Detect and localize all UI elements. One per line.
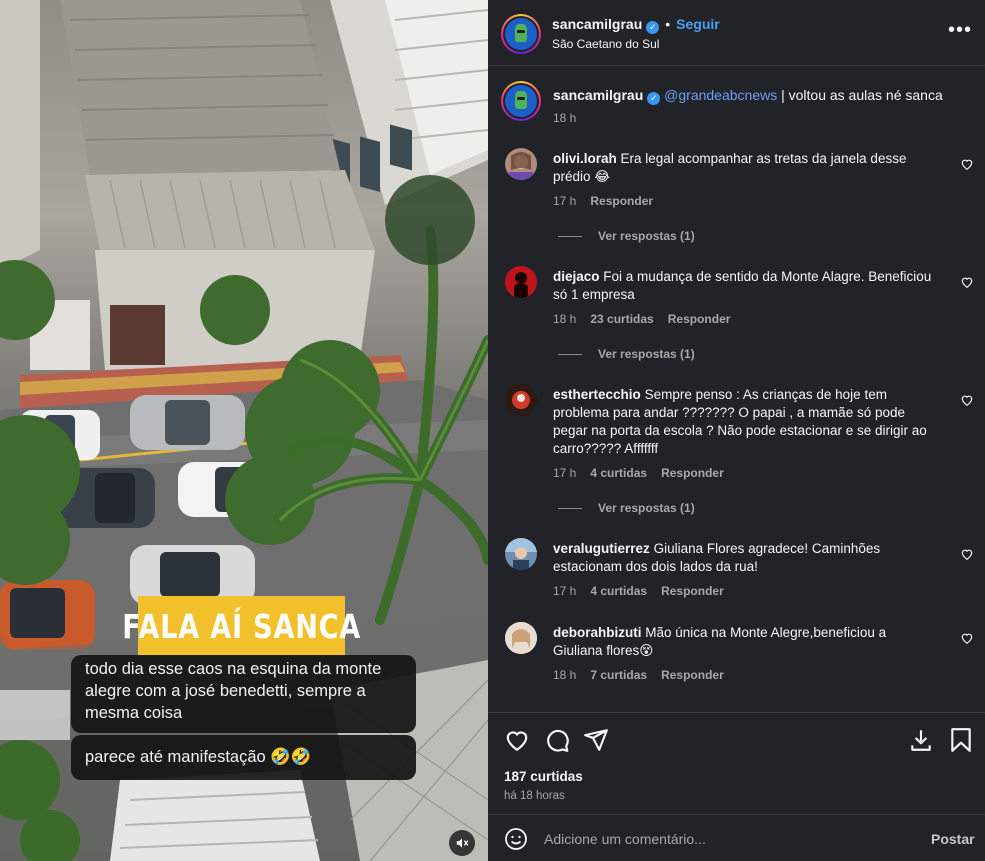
post-likes-count[interactable]: 187 curtidas	[504, 769, 583, 784]
commenter-username[interactable]: deborahbizuti	[553, 625, 642, 640]
commenter-avatar[interactable]	[505, 148, 537, 180]
commenter-avatar[interactable]	[505, 538, 537, 570]
mute-button[interactable]	[449, 830, 475, 856]
like-comment-heart-icon[interactable]	[960, 631, 974, 645]
save-bookmark-icon[interactable]	[948, 727, 974, 753]
emoji-icon[interactable]	[504, 827, 528, 851]
comment-meta: 18 h 7 curtidas Responder	[553, 668, 738, 682]
more-options-icon[interactable]: •••	[948, 20, 972, 40]
comment-time: 18 h	[553, 312, 577, 326]
verified-badge-icon: ✓	[647, 92, 661, 105]
caption-timestamp: 18 h	[553, 111, 577, 125]
comment-time: 18 h	[553, 668, 577, 682]
comment-text: Foi a mudança de sentido da Monte Alagre…	[553, 269, 932, 302]
commenter-avatar[interactable]	[505, 622, 537, 654]
like-comment-heart-icon[interactable]	[960, 157, 974, 171]
view-replies-button[interactable]: Ver respostas (1)	[558, 347, 695, 361]
comment-body: esthertecchio Sempre penso : As crianças…	[553, 386, 933, 458]
comment-likes-count[interactable]: 4 curtidas	[590, 584, 647, 598]
comment-likes-count[interactable]: 23 curtidas	[590, 312, 653, 326]
post-video[interactable]: FALA AÍ SANCA todo dia esse caos na esqu…	[0, 0, 488, 861]
follow-button[interactable]: Seguir	[676, 16, 720, 32]
commenter-username[interactable]: olivi.lorah	[553, 151, 617, 166]
download-icon[interactable]	[908, 727, 934, 753]
comment-likes-count[interactable]: 4 curtidas	[590, 466, 647, 480]
author-avatar[interactable]	[501, 14, 541, 54]
comment-time: 17 h	[553, 466, 577, 480]
reply-button[interactable]: Responder	[661, 668, 724, 682]
comment-body: deborahbizuti Mão única na Monte Alegre,…	[553, 624, 933, 660]
comment-time: 17 h	[553, 194, 577, 208]
caption-username[interactable]: sancamilgrau	[553, 87, 643, 103]
message-bubble-2: parece até manifestação 🤣🤣	[71, 735, 416, 780]
author-username[interactable]: sancamilgrau	[552, 16, 642, 32]
commenter-avatar[interactable]	[505, 266, 537, 298]
message-bubble-1: todo dia esse caos na esquina da monte a…	[71, 655, 416, 733]
commenter-username[interactable]: diejaco	[553, 269, 600, 284]
comment-body: diejaco Foi a mudança de sentido da Mont…	[553, 268, 933, 304]
speaker-muted-icon	[456, 838, 469, 848]
reply-button[interactable]: Responder	[668, 312, 731, 326]
banner-text: FALA AÍ SANCA	[122, 606, 361, 646]
like-comment-heart-icon[interactable]	[960, 275, 974, 289]
comment-meta: 17 h 4 curtidas Responder	[553, 584, 738, 598]
comment-input[interactable]	[544, 829, 904, 849]
post-details-panel: sancamilgrau ✓ • Seguir São Caetano do Sul …	[488, 0, 985, 861]
like-heart-icon[interactable]	[504, 727, 530, 753]
share-send-icon[interactable]	[583, 727, 609, 753]
commenter-username[interactable]: esthertecchio	[553, 387, 641, 402]
post-actions-bar: 187 curtidas há 18 horas	[488, 712, 985, 814]
caption-text: | voltou as aulas né sanca	[777, 87, 943, 103]
post-comment-button[interactable]: Postar	[931, 831, 975, 847]
commenter-username[interactable]: veralugutierrez	[553, 541, 650, 556]
comment-body: olivi.lorah Era legal acompanhar as tret…	[553, 150, 933, 186]
caption-author-avatar[interactable]	[501, 81, 541, 121]
view-replies-button[interactable]: Ver respostas (1)	[558, 501, 695, 515]
post-location[interactable]: São Caetano do Sul	[552, 37, 659, 51]
verified-badge-icon: ✓	[646, 21, 660, 34]
caption-text-line: sancamilgrau ✓ @grandeabcnews | voltou as…	[553, 86, 963, 105]
caption-mention-link[interactable]: @grandeabcnews	[664, 87, 777, 103]
comment-likes-count[interactable]: 7 curtidas	[590, 668, 647, 682]
view-replies-button[interactable]: Ver respostas (1)	[558, 229, 695, 243]
post-header: sancamilgrau ✓ • Seguir São Caetano do Sul …	[488, 0, 985, 66]
reply-button[interactable]: Responder	[661, 584, 724, 598]
author-line: sancamilgrau ✓ • Seguir	[552, 16, 720, 34]
comment-body: veralugutierrez Giuliana Flores agradece…	[553, 540, 933, 576]
post-time-ago: há 18 horas	[504, 790, 565, 802]
comment-meta: 17 h Responder	[553, 194, 667, 208]
add-comment-bar: Postar	[488, 814, 985, 861]
reply-button[interactable]: Responder	[661, 466, 724, 480]
like-comment-heart-icon[interactable]	[960, 547, 974, 561]
like-comment-heart-icon[interactable]	[960, 393, 974, 407]
comment-time: 17 h	[553, 584, 577, 598]
comment-bubble-icon[interactable]	[544, 727, 570, 753]
commenter-avatar[interactable]	[505, 384, 537, 416]
fala-ai-sanca-banner: FALA AÍ SANCA	[122, 596, 360, 656]
comment-meta: 18 h 23 curtidas Responder	[553, 312, 744, 326]
comment-meta: 17 h 4 curtidas Responder	[553, 466, 738, 480]
reply-button[interactable]: Responder	[590, 194, 653, 208]
